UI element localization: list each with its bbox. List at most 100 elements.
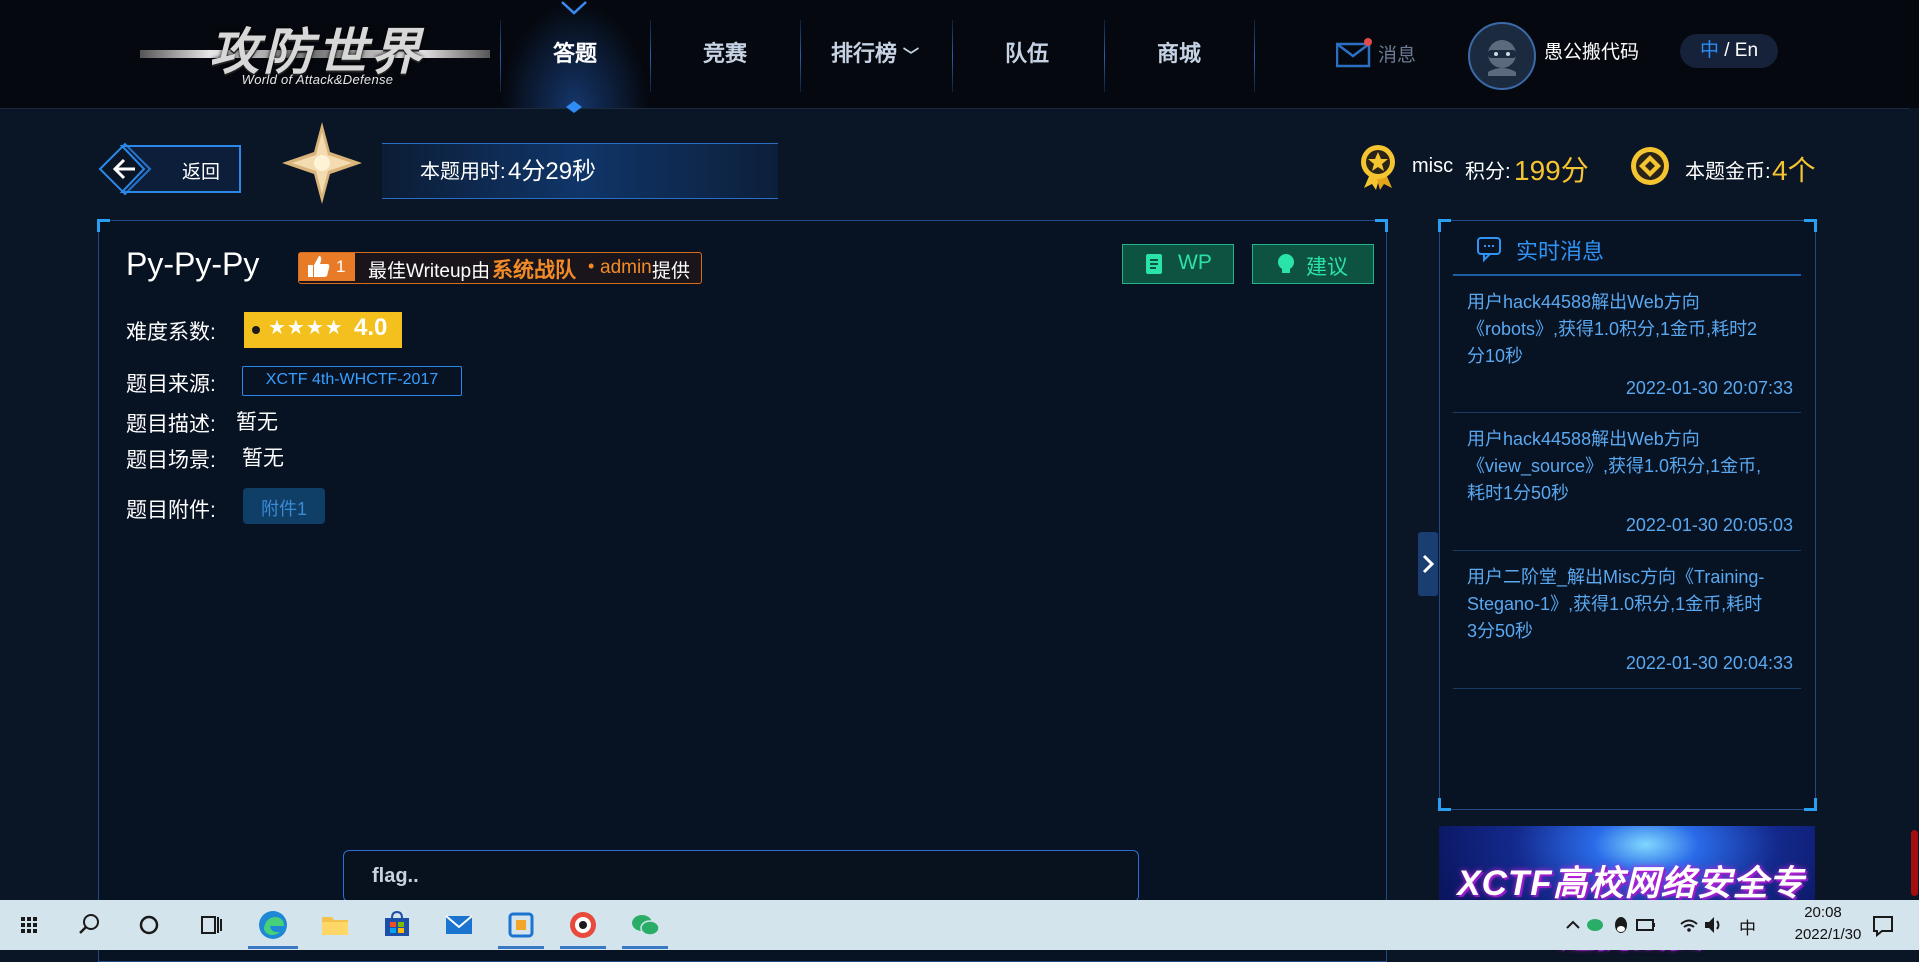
writeup-team[interactable]: 系统战队: [492, 254, 576, 284]
nav-item-ranking[interactable]: 排行榜 ﹀: [800, 0, 950, 108]
document-icon: [1146, 254, 1162, 274]
active-app-indicator: [248, 946, 298, 949]
score-value: 199分: [1514, 155, 1589, 186]
news-line: 耗时1分50秒: [1467, 483, 1570, 503]
cortana-icon[interactable]: [132, 908, 166, 942]
news-line: 《robots》,获得1.0积分,1金币,耗时2: [1467, 319, 1758, 339]
messages-label[interactable]: 消息: [1378, 40, 1416, 67]
description-label: 题目描述:: [126, 413, 216, 436]
chevron-right-icon: [1422, 554, 1435, 574]
star-medal-icon: [282, 122, 362, 204]
news-line: Stegano-1》,获得1.0积分,1金币,耗时: [1467, 594, 1763, 614]
store-icon[interactable]: [380, 908, 414, 942]
news-item-time: 2022-01-30 20:07:33: [1625, 378, 1793, 398]
lang-zh[interactable]: 中: [1700, 40, 1719, 61]
score-badge-icon: [1361, 145, 1395, 190]
like-button[interactable]: [299, 253, 355, 281]
app-icon[interactable]: [504, 908, 538, 942]
coin-value: 4个: [1772, 155, 1816, 186]
back-button-label[interactable]: 返回: [182, 157, 220, 184]
nav-item-shop[interactable]: 商城: [1104, 0, 1254, 108]
panel-divider: [1453, 274, 1801, 276]
collapse-panel-button[interactable]: [1418, 532, 1438, 596]
active-tab-diamond-icon: [566, 101, 582, 113]
thumbs-up-icon: [308, 256, 330, 277]
coin-icon: [1631, 147, 1669, 185]
nav-item-label: 商城: [1156, 41, 1201, 66]
active-app-indicator: [498, 946, 544, 949]
lang-en[interactable]: En: [1735, 40, 1758, 61]
edge-icon[interactable]: [256, 908, 290, 942]
clock-date[interactable]: 2022/1/30: [1788, 926, 1868, 943]
wp-button-label[interactable]: WP: [1178, 251, 1212, 275]
news-item-text: 用户hack44588解出Web方向 《view_source》,获得1.0积分…: [1467, 426, 1793, 507]
language-switch[interactable]: 中 / En: [1680, 34, 1778, 68]
search-icon[interactable]: [72, 908, 106, 942]
nav-item-label: 竞赛: [702, 41, 747, 66]
avatar[interactable]: [1468, 22, 1536, 90]
news-item-time: 2022-01-30 20:05:03: [1625, 515, 1793, 535]
task-view-icon[interactable]: [194, 908, 228, 942]
notification-center-icon[interactable]: [1866, 908, 1900, 942]
writeup-author[interactable]: admin: [600, 257, 652, 279]
news-item-text: 用户二阶堂_解出Misc方向《Training- Stegano-1》,获得1.…: [1467, 564, 1793, 645]
input-method-indicator[interactable]: 中: [1739, 914, 1756, 939]
news-divider: [1453, 550, 1801, 551]
nav-item-competition[interactable]: 竞赛: [650, 0, 800, 108]
logo-subtitle: World of Attack&Defense: [241, 72, 394, 87]
news-line: 用户hack44588解出Web方向: [1467, 292, 1700, 312]
username[interactable]: 愚公搬代码: [1544, 37, 1639, 64]
corner-decoration: [1438, 798, 1451, 811]
attachment-label: 题目附件:: [126, 499, 216, 522]
writeup-dot: •: [588, 256, 595, 276]
news-item-time: 2022-01-30 20:04:33: [1625, 653, 1793, 673]
volume-icon[interactable]: [1696, 908, 1730, 942]
clock-time[interactable]: 20:08: [1788, 904, 1858, 921]
active-app-indicator: [560, 946, 606, 949]
scrollbar-thumb[interactable]: [1911, 830, 1918, 896]
news-line: 分10秒: [1467, 346, 1524, 366]
news-item-text: 用户hack44588解出Web方向 《robots》,获得1.0积分,1金币,…: [1467, 289, 1793, 370]
difficulty-value: 4.0: [354, 314, 388, 341]
ninja-avatar-icon: [1488, 40, 1516, 76]
nav-item-answer[interactable]: 答题: [500, 0, 650, 108]
corner-decoration: [1438, 219, 1451, 232]
camera-app-icon[interactable]: [566, 908, 600, 942]
time-used-value: 4分29秒: [508, 158, 597, 185]
flag-input[interactable]: [343, 850, 1139, 902]
file-explorer-icon[interactable]: [318, 908, 352, 942]
time-used-label: 本题用时:: [420, 161, 506, 183]
source-value: XCTF 4th-WHCTF-2017: [265, 371, 439, 388]
score-category: misc: [1412, 155, 1454, 177]
news-line: 《view_source》,获得1.0积分,1金币,: [1467, 456, 1762, 476]
nav-item-label: 答题: [552, 41, 597, 66]
nav-item-team[interactable]: 队伍: [952, 0, 1102, 108]
attachment-button-label[interactable]: 附件1: [243, 495, 325, 521]
scene-label: 题目场景:: [126, 449, 216, 472]
advice-button-label[interactable]: 建议: [1306, 251, 1348, 281]
back-button[interactable]: [98, 142, 242, 196]
corner-decoration: [1804, 798, 1817, 811]
lang-separator: /: [1718, 40, 1735, 61]
writeup-text-before: 最佳Writeup由: [368, 261, 491, 282]
difficulty-stars: ★★★★: [268, 317, 344, 339]
mail-icon[interactable]: [1336, 38, 1374, 68]
wechat-icon[interactable]: [628, 908, 662, 942]
lightbulb-icon: [1278, 254, 1294, 273]
mail-icon[interactable]: [442, 908, 476, 942]
nav-divider: [1254, 20, 1255, 92]
corner-decoration: [97, 219, 110, 232]
corner-decoration: [1375, 219, 1388, 232]
battery-icon[interactable]: [1628, 908, 1662, 942]
start-icon[interactable]: [12, 908, 46, 942]
scrollbar-track[interactable]: [1909, 108, 1919, 900]
source-label: 题目来源:: [126, 373, 216, 396]
active-app-indicator: [622, 946, 668, 949]
difficulty-label: 难度系数:: [126, 321, 216, 344]
coin-label: 本题金币:: [1685, 161, 1771, 183]
site-logo[interactable]: 攻防世界 World of Attack&Defense: [140, 14, 490, 94]
news-line: 3分50秒: [1467, 621, 1534, 641]
corner-decoration: [1804, 219, 1817, 232]
nav-item-label: 队伍: [1004, 41, 1049, 66]
nav-item-label: 排行榜: [830, 41, 897, 66]
